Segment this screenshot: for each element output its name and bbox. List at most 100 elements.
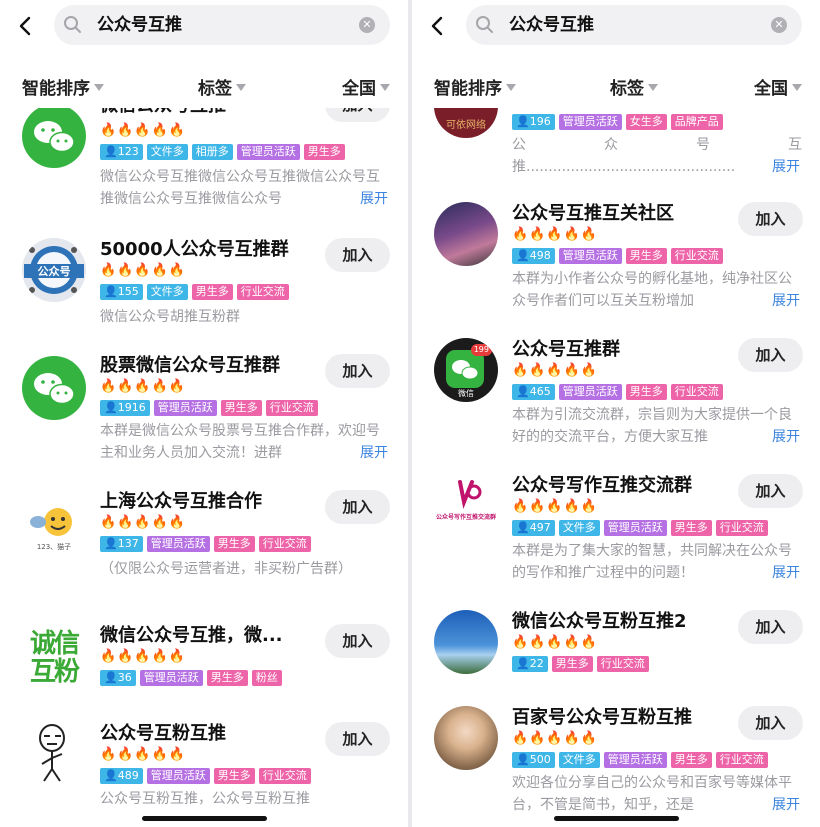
list-item[interactable]: 百家号公众号互粉互推 加入 🔥🔥🔥🔥🔥 👤500 文件多 管理员活跃 男生多 行业交流 … bbox=[412, 706, 820, 816]
tag-row: 👤196 管理员活跃 女生多 品牌产品 bbox=[512, 114, 727, 130]
filter-region[interactable]: 全国 bbox=[342, 78, 390, 100]
tag: 管理员活跃 bbox=[558, 384, 622, 400]
list-item[interactable]: 公众号写作互推交流群 公众号写作互推交流群 加入 🔥🔥🔥🔥🔥 👤497 文件多 管理… bbox=[412, 474, 820, 584]
filter-sort[interactable]: 智能排序 bbox=[22, 78, 104, 100]
clear-search-icon[interactable]: ✕ bbox=[359, 17, 375, 33]
activity-rating: 🔥🔥🔥🔥🔥 bbox=[100, 747, 186, 762]
filter-tags-label: 标签 bbox=[198, 79, 232, 99]
join-button[interactable]: 加入 bbox=[325, 722, 390, 756]
home-indicator[interactable] bbox=[142, 816, 267, 821]
expand-link[interactable]: 展开 bbox=[756, 290, 800, 312]
tag: 文件多 bbox=[146, 144, 188, 160]
tag-row: 👤489 管理员活跃 男生多 行业交流 bbox=[100, 768, 315, 784]
list-item[interactable]: 公众号互粉互推 加入 🔥🔥🔥🔥🔥 👤489 管理员活跃 男生多 行业交流 公众号互粉互… bbox=[0, 722, 408, 822]
member-count-badge: 👤196 bbox=[512, 114, 555, 130]
expand-link[interactable]: 展开 bbox=[756, 794, 800, 816]
tag: 行业交流 bbox=[715, 520, 768, 536]
tag: 男生多 bbox=[670, 752, 712, 768]
group-title: 微信公众号互推，微... bbox=[100, 625, 283, 646]
dropdown-caret-icon bbox=[236, 83, 246, 91]
activity-rating: 🔥🔥🔥🔥🔥 bbox=[100, 263, 186, 278]
group-description: （仅限公众号运营者进，非买粉广告群） bbox=[100, 561, 352, 577]
back-arrow-icon[interactable] bbox=[14, 14, 38, 38]
activity-rating: 🔥🔥🔥🔥🔥 bbox=[100, 379, 186, 394]
list-item[interactable]: 股票微信公众号互推群 加入 🔥🔥🔥🔥🔥 👤1916 管理员活跃 男生多 行业交流 本群… bbox=[0, 352, 408, 472]
join-button[interactable]: 加入 bbox=[738, 610, 803, 644]
chengxin-hufen-logo: 诚信互粉 bbox=[22, 626, 86, 690]
tag-row: 👤500 文件多 管理员活跃 男生多 行业交流 bbox=[512, 752, 772, 768]
dropdown-caret-icon bbox=[506, 83, 516, 91]
group-list: 可依网络 👤196 管理员活跃 女生多 品牌产品 公众号互 推............… bbox=[412, 108, 820, 827]
member-count-badge: 👤489 bbox=[100, 768, 143, 784]
search-icon bbox=[475, 15, 495, 35]
tag: 文件多 bbox=[558, 520, 600, 536]
search-input[interactable]: 公众号互推 ✕ bbox=[54, 5, 390, 45]
list-item[interactable]: 诚信互粉 微信公众号互推，微... 加入 🔥🔥🔥🔥🔥 👤36 管理员活跃 男生多 粉丝 bbox=[0, 622, 408, 712]
expand-link[interactable]: 展开 bbox=[756, 156, 800, 178]
filter-sort[interactable]: 智能排序 bbox=[434, 78, 516, 100]
list-item[interactable]: 可依网络 👤196 管理员活跃 女生多 品牌产品 公众号互 推............… bbox=[412, 108, 820, 178]
member-count-badge: 👤155 bbox=[100, 284, 143, 300]
expand-link[interactable]: 展开 bbox=[756, 562, 800, 584]
tag: 行业交流 bbox=[670, 384, 723, 400]
activity-rating: 🔥🔥🔥🔥🔥 bbox=[100, 123, 186, 138]
tag: 行业交流 bbox=[258, 768, 311, 784]
wechat-badge-icon: 199 微信 bbox=[434, 338, 498, 402]
filter-tags[interactable]: 标签 bbox=[198, 78, 246, 100]
filter-region[interactable]: 全国 bbox=[754, 78, 802, 100]
tag: 行业交流 bbox=[670, 248, 723, 264]
join-button[interactable]: 加入 bbox=[325, 108, 390, 122]
dropdown-caret-icon bbox=[792, 83, 802, 91]
join-button[interactable]: 加入 bbox=[738, 474, 803, 508]
night-sky-photo bbox=[434, 202, 498, 266]
group-description: 公众号互粉互推，公众号互粉互推 bbox=[100, 791, 310, 807]
tag-row: 👤22 男生多 行业交流 bbox=[512, 656, 653, 672]
back-arrow-icon[interactable] bbox=[426, 14, 450, 38]
filter-tags[interactable]: 标签 bbox=[610, 78, 658, 100]
join-button[interactable]: 加入 bbox=[325, 238, 390, 272]
sky-photo bbox=[434, 610, 498, 674]
activity-rating: 🔥🔥🔥🔥🔥 bbox=[512, 227, 598, 242]
list-item[interactable]: 微信公众号互推 加入 🔥🔥🔥🔥🔥 👤123文件多相册多管理员活跃男生多 微信公众… bbox=[0, 108, 408, 214]
group-list: 微信公众号互推 加入 🔥🔥🔥🔥🔥 👤123文件多相册多管理员活跃男生多 微信公众… bbox=[0, 108, 408, 827]
search-input[interactable]: 公众号互推 ✕ bbox=[466, 5, 802, 45]
expand-link[interactable]: 展开 bbox=[344, 442, 388, 464]
filter-region-label: 全国 bbox=[754, 79, 788, 99]
join-button[interactable]: 加入 bbox=[325, 354, 390, 388]
meme-face-sticker bbox=[22, 722, 86, 786]
group-title: 公众号互粉互推 bbox=[100, 723, 226, 744]
list-item[interactable]: 199 微信 公众号互推群 加入 🔥🔥🔥🔥🔥 👤465 管理员活跃 男生多 行业交流 … bbox=[412, 338, 820, 448]
join-button[interactable]: 加入 bbox=[325, 624, 390, 658]
tag: 品牌产品 bbox=[670, 114, 723, 130]
tag: 文件多 bbox=[146, 284, 188, 300]
join-button[interactable]: 加入 bbox=[738, 338, 803, 372]
activity-rating: 🔥🔥🔥🔥🔥 bbox=[100, 649, 186, 664]
tag: 管理员活跃 bbox=[153, 400, 217, 416]
group-title: 百家号公众号互粉互推 bbox=[512, 707, 692, 728]
expand-link[interactable]: 展开 bbox=[756, 426, 800, 448]
join-button[interactable]: 加入 bbox=[325, 490, 390, 524]
clear-search-icon[interactable]: ✕ bbox=[771, 17, 787, 33]
tag: 行业交流 bbox=[236, 284, 289, 300]
list-item[interactable]: 公众号 50000人公众号互推群 加入 🔥🔥🔥🔥🔥 👤155 文件多 男生多 行业交流… bbox=[0, 234, 408, 334]
group-title: 50000人公众号互推群 bbox=[100, 239, 289, 260]
tag-row: 👤497 文件多 管理员活跃 男生多 行业交流 bbox=[512, 520, 772, 536]
join-button[interactable]: 加入 bbox=[738, 706, 803, 740]
list-item[interactable]: 公众号互推互关社区 加入 🔥🔥🔥🔥🔥 👤498 管理员活跃 男生多 行业交流 本群为小… bbox=[412, 202, 820, 312]
tag: 男生多 bbox=[206, 670, 248, 686]
dropdown-caret-icon bbox=[648, 83, 658, 91]
group-description: 微信公众号胡推互粉群 bbox=[100, 309, 240, 325]
list-item[interactable]: 微信公众号互粉互推2 加入 🔥🔥🔥🔥🔥 👤22 男生多 行业交流 bbox=[412, 610, 820, 690]
home-indicator[interactable] bbox=[554, 816, 679, 821]
avatar-label: 公众号写作互推交流群 bbox=[435, 514, 496, 521]
expand-link[interactable]: 展开 bbox=[344, 188, 388, 210]
tag: 管理员活跃 bbox=[236, 144, 300, 160]
dropdown-caret-icon bbox=[380, 83, 390, 91]
member-count-badge: 👤500 bbox=[512, 752, 555, 768]
tag: 管理员活跃 bbox=[146, 536, 210, 552]
activity-rating: 🔥🔥🔥🔥🔥 bbox=[100, 515, 186, 530]
list-item[interactable]: 123、猫子 上海公众号互推合作 加入 🔥🔥🔥🔥🔥 👤137 管理员活跃 男生多 行业… bbox=[0, 488, 408, 588]
tag-row: 👤155 文件多 男生多 行业交流 bbox=[100, 284, 293, 300]
tag: 管理员活跃 bbox=[558, 114, 622, 130]
join-button[interactable]: 加入 bbox=[738, 202, 803, 236]
